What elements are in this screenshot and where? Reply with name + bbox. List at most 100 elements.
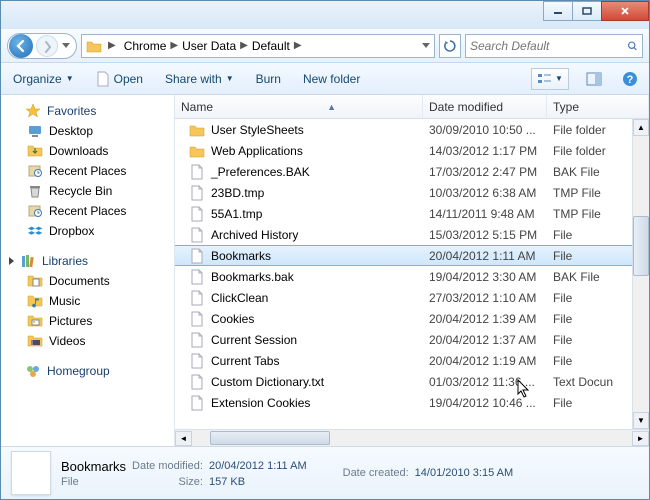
sidebar-item-label: Recent Places xyxy=(49,204,126,218)
scroll-up-button[interactable]: ▲ xyxy=(633,119,649,136)
file-date: 20/04/2012 1:11 AM xyxy=(423,249,547,263)
close-button[interactable] xyxy=(601,1,649,21)
preview-pane-button[interactable] xyxy=(583,68,605,90)
file-row[interactable]: 23BD.tmp10/03/2012 6:38 AMTMP File xyxy=(175,182,649,203)
file-icon xyxy=(96,71,110,87)
vertical-scrollbar[interactable]: ▲ ▼ xyxy=(632,119,649,429)
file-row[interactable]: Extension Cookies19/04/2012 10:46 ...Fil… xyxy=(175,392,649,413)
details-filetype: File xyxy=(61,476,126,488)
file-row[interactable]: User StyleSheets30/09/2010 10:50 ...File… xyxy=(175,119,649,140)
body: Favorites DesktopDownloads Recent Places R… xyxy=(1,95,649,447)
chevron-right-icon[interactable]: ▶ xyxy=(108,40,116,51)
burn-button[interactable]: Burn xyxy=(252,70,285,88)
organize-button[interactable]: Organize ▼ xyxy=(9,70,78,88)
sidebar-header-favorites[interactable]: Favorites xyxy=(1,101,174,121)
sidebar-item-downloads[interactable]: Downloads xyxy=(1,141,174,161)
file-icon xyxy=(189,185,205,201)
column-name[interactable]: Name▲ xyxy=(175,95,423,118)
file-icon xyxy=(189,248,205,264)
details-datemod-label: Date modified: xyxy=(132,460,203,472)
file-date: 14/03/2012 1:17 PM xyxy=(423,144,547,158)
file-row[interactable]: Custom Dictionary.txt01/03/2012 11:36 ..… xyxy=(175,371,649,392)
sidebar-header-libraries[interactable]: Libraries xyxy=(1,251,174,271)
sidebar-item-desktop[interactable]: Desktop xyxy=(1,121,174,141)
breadcrumb-user-data[interactable]: User Data xyxy=(180,39,238,53)
column-type[interactable]: Type xyxy=(547,95,649,118)
details-pane: Bookmarks Date modified: 20/04/2012 1:11… xyxy=(1,447,649,499)
refresh-button[interactable] xyxy=(439,34,461,58)
minimize-button[interactable] xyxy=(543,1,573,21)
file-icon xyxy=(189,269,205,285)
address-dropdown-icon[interactable] xyxy=(422,43,430,48)
file-name: User StyleSheets xyxy=(211,123,304,137)
chevron-right-icon[interactable]: ▶ xyxy=(240,40,248,51)
file-row[interactable]: 55A1.tmp14/11/2011 9:48 AMTMP File xyxy=(175,203,649,224)
sidebar-item-music[interactable]: Music xyxy=(1,291,174,311)
share-button[interactable]: Share with ▼ xyxy=(161,70,238,88)
breadcrumb-default[interactable]: Default xyxy=(250,39,292,53)
sidebar-item-pictures[interactable]: Pictures xyxy=(1,311,174,331)
details-filename: Bookmarks xyxy=(61,459,126,474)
file-icon xyxy=(189,164,205,180)
file-row[interactable]: Web Applications14/03/2012 1:17 PMFile f… xyxy=(175,140,649,161)
file-row[interactable]: Current Session20/04/2012 1:37 AMFile xyxy=(175,329,649,350)
file-date: 10/03/2012 6:38 AM xyxy=(423,186,547,200)
open-button[interactable]: Open xyxy=(92,69,147,89)
file-row[interactable]: ClickClean27/03/2012 1:10 AMFile xyxy=(175,287,649,308)
search-input[interactable] xyxy=(470,39,627,53)
sidebar-item-documents[interactable]: Documents xyxy=(1,271,174,291)
file-name: _Preferences.BAK xyxy=(211,165,310,179)
recent-icon xyxy=(27,163,43,179)
sidebar-item-videos[interactable]: Videos xyxy=(1,331,174,351)
folder-icon xyxy=(189,122,205,138)
scroll-right-button[interactable]: ► xyxy=(632,431,649,446)
file-row[interactable]: Bookmarks20/04/2012 1:11 AMFile xyxy=(175,245,649,266)
chevron-right-icon[interactable]: ▶ xyxy=(170,40,178,51)
file-icon xyxy=(189,353,205,369)
address-bar[interactable]: ▶ Chrome▶User Data▶Default▶ xyxy=(81,34,435,58)
sidebar-item-dropbox[interactable]: Dropbox xyxy=(1,221,174,241)
file-icon xyxy=(189,332,205,348)
star-icon xyxy=(25,103,41,119)
navbar: ▶ Chrome▶User Data▶Default▶ xyxy=(1,29,649,63)
scroll-thumb[interactable] xyxy=(210,431,330,445)
file-row[interactable]: Archived History15/03/2012 5:15 PMFile xyxy=(175,224,649,245)
search-box[interactable] xyxy=(465,34,643,58)
file-name: ClickClean xyxy=(211,291,268,305)
folder-icon xyxy=(86,39,102,53)
newfolder-button[interactable]: New folder xyxy=(299,70,364,88)
sidebar-item-recent-places[interactable]: Recent Places xyxy=(1,201,174,221)
maximize-button[interactable] xyxy=(572,1,602,21)
view-options-button[interactable]: ▼ xyxy=(531,68,569,90)
sidebar-item-label: Recent Places xyxy=(49,164,126,178)
scroll-left-button[interactable]: ◄ xyxy=(175,431,192,446)
file-row[interactable]: Bookmarks.bak19/04/2012 3:30 AMBAK File xyxy=(175,266,649,287)
file-list[interactable]: User StyleSheets30/09/2010 10:50 ...File… xyxy=(175,119,649,429)
file-date: 30/09/2010 10:50 ... xyxy=(423,123,547,137)
details-datecreated: 14/01/2010 3:15 AM xyxy=(415,467,513,479)
scroll-thumb[interactable] xyxy=(633,216,649,276)
column-date[interactable]: Date modified xyxy=(423,95,547,118)
file-date: 17/03/2012 2:47 PM xyxy=(423,165,547,179)
chevron-right-icon[interactable]: ▶ xyxy=(294,40,302,51)
help-button[interactable]: ? xyxy=(619,68,641,90)
sidebar-item-label: Documents xyxy=(49,274,110,288)
dropbox-icon xyxy=(27,223,43,239)
file-row[interactable]: Current Tabs20/04/2012 1:19 AMFile xyxy=(175,350,649,371)
back-button[interactable] xyxy=(8,34,34,58)
sidebar-item-homegroup[interactable]: Homegroup xyxy=(1,361,174,381)
history-dropdown[interactable] xyxy=(60,43,72,48)
homegroup-icon xyxy=(25,363,41,379)
file-row[interactable]: _Preferences.BAK17/03/2012 2:47 PMBAK Fi… xyxy=(175,161,649,182)
horizontal-scrollbar[interactable]: ◄ ► xyxy=(175,429,649,446)
titlebar[interactable] xyxy=(1,1,649,29)
forward-button[interactable] xyxy=(34,34,60,58)
scroll-down-button[interactable]: ▼ xyxy=(633,412,649,429)
pictures-icon xyxy=(27,313,43,329)
libraries-icon xyxy=(20,253,36,269)
sidebar-item-recycle-bin[interactable]: Recycle Bin xyxy=(1,181,174,201)
file-icon xyxy=(189,374,205,390)
file-row[interactable]: Cookies20/04/2012 1:39 AMFile xyxy=(175,308,649,329)
sidebar-item-recent-places[interactable]: Recent Places xyxy=(1,161,174,181)
breadcrumb-chrome[interactable]: Chrome xyxy=(122,39,169,53)
